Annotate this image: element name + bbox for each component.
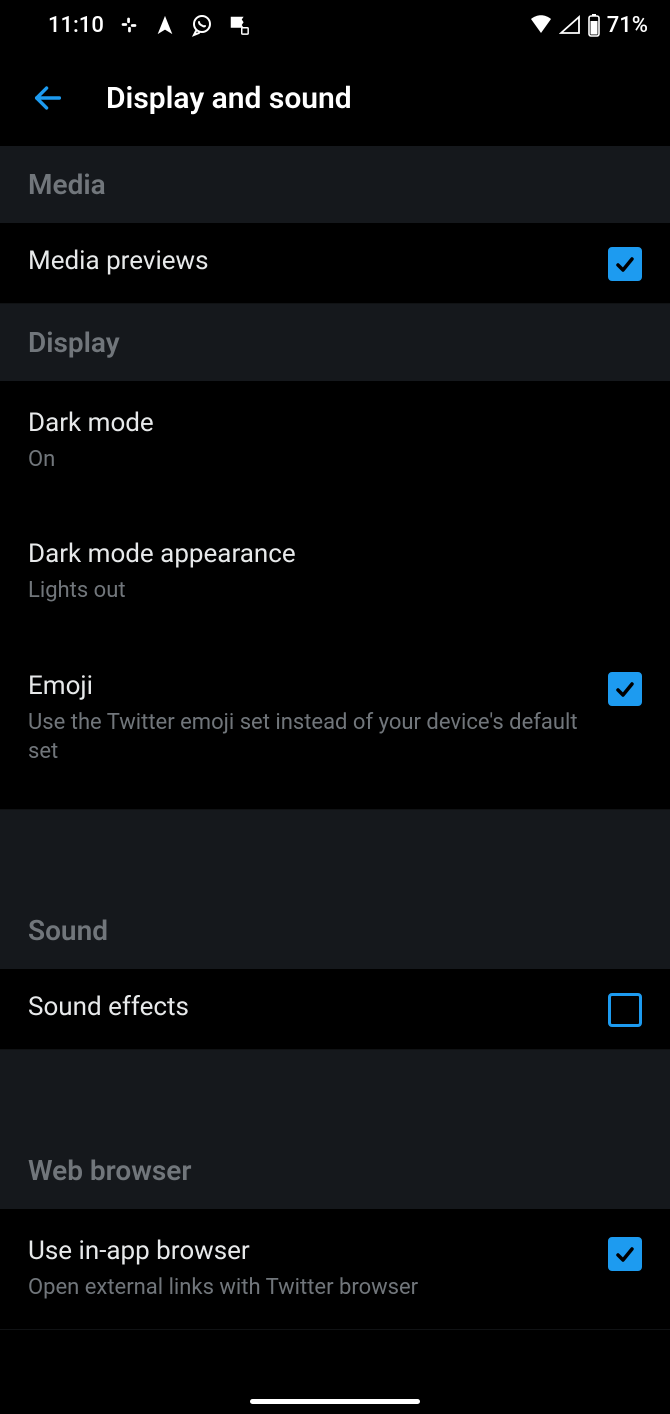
row-subtitle: Lights out [28,576,642,606]
row-subtitle: On [28,445,642,475]
row-title: Dark mode appearance [28,538,642,572]
section-header-sound: Sound [0,892,670,969]
row-dark-mode[interactable]: Dark mode On [0,381,670,500]
checkbox-sound-effects[interactable] [608,993,642,1027]
app-header: Display and sound [0,50,670,146]
row-title: Sound effects [28,991,598,1025]
checkbox-media-previews[interactable] [608,247,642,281]
arrow-left-icon [31,81,65,115]
row-title: Dark mode [28,407,642,441]
section-header-display: Display [0,304,670,381]
row-subtitle: Open external links with Twitter browser [28,1273,598,1303]
check-icon [613,1242,637,1266]
navigation-icon [154,14,176,36]
check-icon [613,677,637,701]
whatsapp-icon [190,13,214,37]
wifi-icon [529,15,553,35]
row-subtitle: Use the Twitter emoji set instead of you… [28,708,598,767]
battery-percent: 71% [607,13,648,38]
signal-icon [559,15,581,35]
section-spacer [0,810,670,892]
section-spacer [0,1050,670,1132]
row-title: Emoji [28,670,598,704]
check-icon [613,252,637,276]
home-indicator[interactable] [250,1399,420,1404]
status-bar: 11:10 71% [0,0,670,50]
section-header-media: Media [0,146,670,223]
checkbox-emoji[interactable] [608,672,642,706]
status-time: 11:10 [48,13,104,38]
status-left: 11:10 [48,13,250,38]
slack-icon [118,14,140,36]
row-media-previews[interactable]: Media previews [0,223,670,304]
row-title: Media previews [28,245,598,279]
notification-icon [228,14,250,36]
row-sound-effects[interactable]: Sound effects [0,969,670,1050]
row-dark-mode-appearance[interactable]: Dark mode appearance Lights out [0,500,670,631]
row-emoji[interactable]: Emoji Use the Twitter emoji set instead … [0,632,670,810]
row-title: Use in-app browser [28,1235,598,1269]
battery-icon [587,13,601,37]
page-title: Display and sound [106,81,352,116]
status-right: 71% [529,13,648,38]
row-in-app-browser[interactable]: Use in-app browser Open external links w… [0,1209,670,1329]
checkbox-in-app-browser[interactable] [608,1237,642,1271]
section-header-web: Web browser [0,1132,670,1209]
back-button[interactable] [18,68,78,128]
